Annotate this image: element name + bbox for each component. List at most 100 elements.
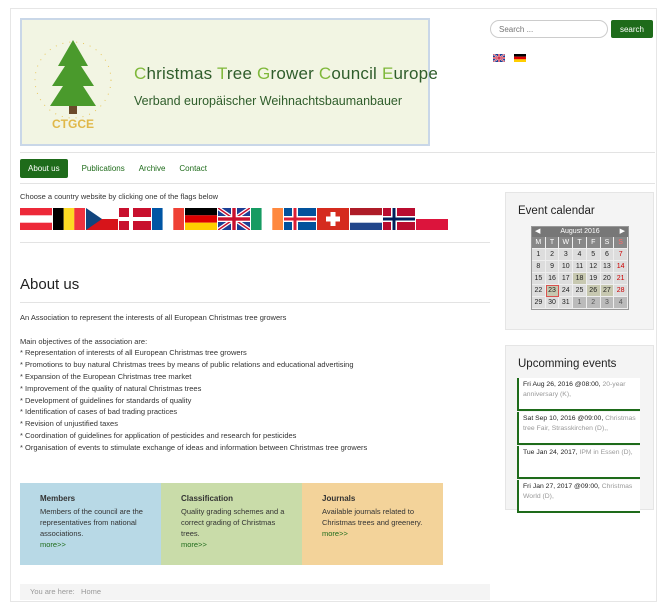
event-title[interactable]: IPM in Essen (D), <box>579 449 632 456</box>
objectives-list: * Representation of interests of all Eur… <box>20 347 480 453</box>
no-flag-icon[interactable] <box>383 208 415 230</box>
pl-flag-icon[interactable] <box>416 208 448 230</box>
intro-text: An Association to represent the interest… <box>20 313 287 322</box>
country-prompt: Choose a country website by clicking one… <box>20 192 219 201</box>
box-title: Classification <box>181 494 234 503</box>
calendar-day[interactable]: 30 <box>545 297 560 309</box>
box-text: Members of the council are the represent… <box>40 507 143 538</box>
calendar-day[interactable]: 1 <box>573 297 587 309</box>
country-flags <box>20 208 449 230</box>
dk-flag-icon[interactable] <box>119 208 151 230</box>
be-flag-icon[interactable] <box>53 208 85 230</box>
calendar-day[interactable]: 2 <box>545 249 560 261</box>
calendar-day[interactable]: 7 <box>614 249 628 261</box>
event-item[interactable]: Tue Jan 24, 2017, IPM in Essen (D), <box>517 446 640 479</box>
calendar-day[interactable]: 12 <box>586 261 601 273</box>
calendar-month: August 2016 <box>560 228 600 235</box>
divider <box>20 152 655 153</box>
calendar-day[interactable]: 5 <box>586 249 601 261</box>
ch-flag-icon[interactable] <box>317 208 349 230</box>
box-text: Available journals related to Christmas … <box>322 507 423 527</box>
more-link[interactable]: more>> <box>40 539 153 550</box>
uk-flag-icon[interactable] <box>493 54 505 62</box>
weekday-label: S <box>600 237 615 249</box>
calendar-day[interactable]: 24 <box>559 285 574 297</box>
objective-item: * Organisation of events to stimulate ex… <box>20 442 368 452</box>
is-flag-icon[interactable] <box>284 208 316 230</box>
nav-publications[interactable]: Publications <box>82 164 125 173</box>
calendar-day[interactable]: 6 <box>600 249 615 261</box>
more-link[interactable]: more>> <box>322 528 435 539</box>
de-flag-icon[interactable] <box>185 208 217 230</box>
classification-box[interactable]: Classification Quality grading schemes a… <box>161 483 302 565</box>
calendar-day[interactable]: 8 <box>532 261 546 273</box>
ie-flag-icon[interactable] <box>251 208 283 230</box>
calendar-day[interactable]: 3 <box>559 249 574 261</box>
calendar-day[interactable]: 2 <box>586 297 601 309</box>
event-date: Fri Jan 27, 2017 @09:00, <box>523 483 600 490</box>
search-button[interactable]: search <box>611 20 653 38</box>
prev-month-icon[interactable]: ◀ <box>535 227 540 237</box>
event-item[interactable]: Fri Aug 26, 2016 @08:00, 20-year anniver… <box>517 378 640 411</box>
members-box[interactable]: Members Members of the council are the r… <box>20 483 161 565</box>
event-item[interactable]: Fri Jan 27, 2017 @09:00, Christmas World… <box>517 480 640 513</box>
calendar-day[interactable]: 13 <box>600 261 615 273</box>
calendar-day[interactable]: 23 <box>545 285 560 297</box>
calendar-day[interactable]: 9 <box>545 261 560 273</box>
next-month-icon[interactable]: ▶ <box>620 227 625 237</box>
ctgce-logo: CTGCE <box>34 40 112 131</box>
calendar-day[interactable]: 26 <box>586 285 601 297</box>
calendar-day[interactable]: 10 <box>559 261 574 273</box>
site-subtitle: Verband europäischer Weihnachtsbaumanbau… <box>134 94 403 108</box>
calendar-day[interactable]: 15 <box>532 273 546 285</box>
calendar-day[interactable]: 22 <box>532 285 546 297</box>
calendar-day[interactable]: 17 <box>559 273 574 285</box>
box-text: Quality grading schemes and a correct gr… <box>181 507 285 538</box>
site-title: Christmas Tree Grower Council Europe <box>134 64 438 83</box>
nav-contact[interactable]: Contact <box>179 164 207 173</box>
breadcrumb-home[interactable]: Home <box>81 587 101 596</box>
objective-item: * Improvement of the quality of natural … <box>20 383 202 393</box>
calendar-day[interactable]: 18 <box>573 273 587 285</box>
event-date: Tue Jan 24, 2017, <box>523 449 578 456</box>
divider <box>20 183 655 184</box>
gb-flag-icon[interactable] <box>218 208 250 230</box>
nav-archive[interactable]: Archive <box>139 164 166 173</box>
event-date: Fri Aug 26, 2016 @08:00, <box>523 381 601 388</box>
search-input[interactable] <box>490 20 608 38</box>
page-title: About us <box>20 276 80 293</box>
calendar-day[interactable]: 20 <box>600 273 615 285</box>
calendar-day[interactable]: 16 <box>545 273 560 285</box>
more-link[interactable]: more>> <box>181 539 294 550</box>
event-item[interactable]: Sat Sep 10, 2016 @09:00, Christmas tree … <box>517 412 640 445</box>
cz-flag-icon[interactable] <box>86 208 118 230</box>
calendar-day[interactable]: 14 <box>614 261 628 273</box>
nav-about-us[interactable]: About us <box>20 158 68 178</box>
calendar-day[interactable]: 4 <box>614 297 628 309</box>
calendar-day[interactable]: 25 <box>573 285 587 297</box>
nl-flag-icon[interactable] <box>350 208 382 230</box>
journals-box[interactable]: Journals Available journals related to C… <box>302 483 443 565</box>
calendar-day[interactable]: 21 <box>614 273 628 285</box>
site-banner[interactable]: CTGCE Christmas Tree Grower Council Euro… <box>20 18 438 146</box>
objective-item: * Promotions to buy natural Christmas tr… <box>20 360 354 370</box>
calendar-day[interactable]: 11 <box>573 261 587 273</box>
calendar-day[interactable]: 1 <box>532 249 546 261</box>
weekday-label: S <box>614 237 628 249</box>
event-date: Sat Sep 10, 2016 @09:00, <box>523 415 604 422</box>
calendar-day[interactable]: 4 <box>573 249 587 261</box>
weekday-label: F <box>586 237 601 249</box>
calendar-day[interactable]: 3 <box>600 297 615 309</box>
de-flag-icon[interactable] <box>514 54 526 62</box>
weekday-label: M <box>532 237 546 249</box>
fr-flag-icon[interactable] <box>152 208 184 230</box>
calendar-header: ◀ August 2016 ▶ <box>532 227 628 237</box>
events-list: Fri Aug 26, 2016 @08:00, 20-year anniver… <box>517 378 640 514</box>
calendar-day[interactable]: 31 <box>559 297 574 309</box>
calendar-day[interactable]: 29 <box>532 297 546 309</box>
box-title: Members <box>40 494 76 503</box>
calendar-day[interactable]: 19 <box>586 273 601 285</box>
calendar-day[interactable]: 27 <box>600 285 615 297</box>
calendar-day[interactable]: 28 <box>614 285 628 297</box>
at-flag-icon[interactable] <box>20 208 52 230</box>
